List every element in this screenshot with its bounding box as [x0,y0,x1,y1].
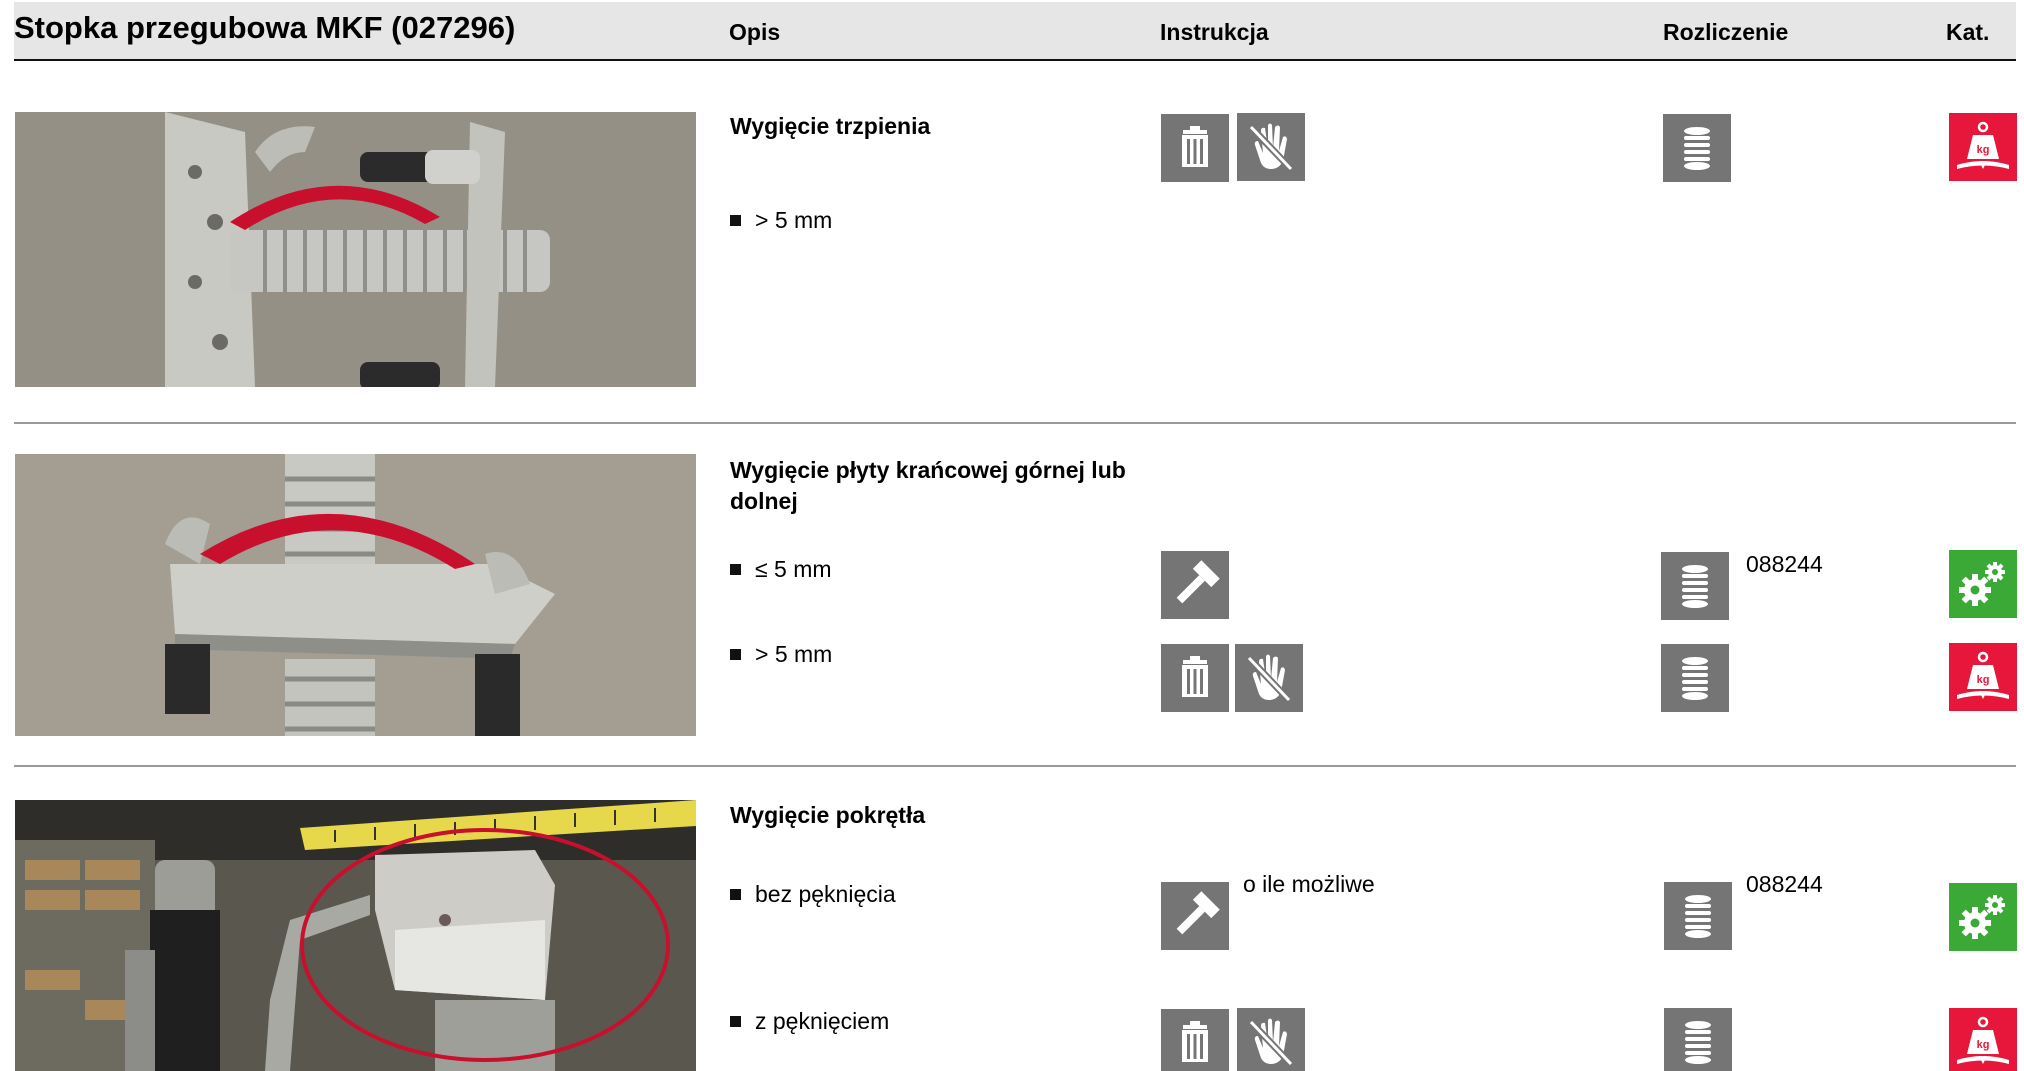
stack-icon [1661,644,1729,712]
bullet-marker [730,649,741,660]
column-header-kat: Kat. [1946,19,1990,45]
weight-label: kg [1977,674,1990,686]
section-title: Wygięcie trzpienia [730,113,931,139]
trash-icon [1161,1009,1229,1071]
stack-icon [1663,114,1731,182]
bullet-marker [730,889,741,900]
weight-kg-icon: kg [1949,1008,2017,1071]
hammer-icon [1161,882,1229,950]
section-divider [14,422,2016,424]
bullet-marker [730,1016,741,1027]
bullet-marker [730,215,741,226]
gears-icon [1949,550,2017,618]
gears-icon [1949,883,2017,951]
no-touch-hand-icon [1235,644,1303,712]
stack-icon [1664,1008,1732,1071]
condition-text: > 5 mm [755,641,833,667]
photo-bent-knob [15,800,696,1071]
instruction-note: o ile możliwe [1243,871,1375,897]
hammer-icon [1161,551,1229,619]
weight-kg-icon: kg [1949,113,2017,181]
section-title: Wygięcie pokrętła [730,802,926,828]
bullet-marker [730,564,741,575]
no-touch-hand-icon [1237,113,1305,181]
billing-code: 088244 [1746,871,1823,897]
condition-bullet: ≤ 5 mm [730,556,832,583]
condition-bullet: > 5 mm [730,641,832,668]
trash-icon [1161,114,1229,182]
billing-code: 088244 [1746,551,1823,577]
weight-kg-icon: kg [1949,643,2017,711]
condition-text: z pęknięciem [755,1008,890,1034]
condition-text: ≤ 5 mm [755,556,832,582]
photo-bent-end-plate [15,454,696,736]
condition-text: > 5 mm [755,207,833,233]
stack-icon [1661,552,1729,620]
condition-bullet: bez pęknięcia [730,881,896,908]
condition-text: bez pęknięcia [755,881,896,907]
column-header-instrukcja: Instrukcja [1160,19,1269,45]
weight-label: kg [1977,144,1990,156]
page-title: Stopka przegubowa MKF (027296) [14,10,516,45]
no-touch-hand-icon [1237,1008,1305,1071]
section-divider [14,765,2016,767]
condition-bullet: > 5 mm [730,207,832,234]
stack-icon [1664,882,1732,950]
condition-bullet: z pęknięciem [730,1008,889,1035]
table-header: Stopka przegubowa MKF (027296) Opis Inst… [14,2,2016,61]
section-title: Wygięcie płyty krańcowej górnej lub doln… [730,457,1126,514]
column-header-opis: Opis [729,19,781,45]
column-header-rozliczenie: Rozliczenie [1663,19,1789,45]
weight-label: kg [1977,1039,1990,1051]
photo-bent-pin [15,112,696,387]
trash-icon [1161,644,1229,712]
